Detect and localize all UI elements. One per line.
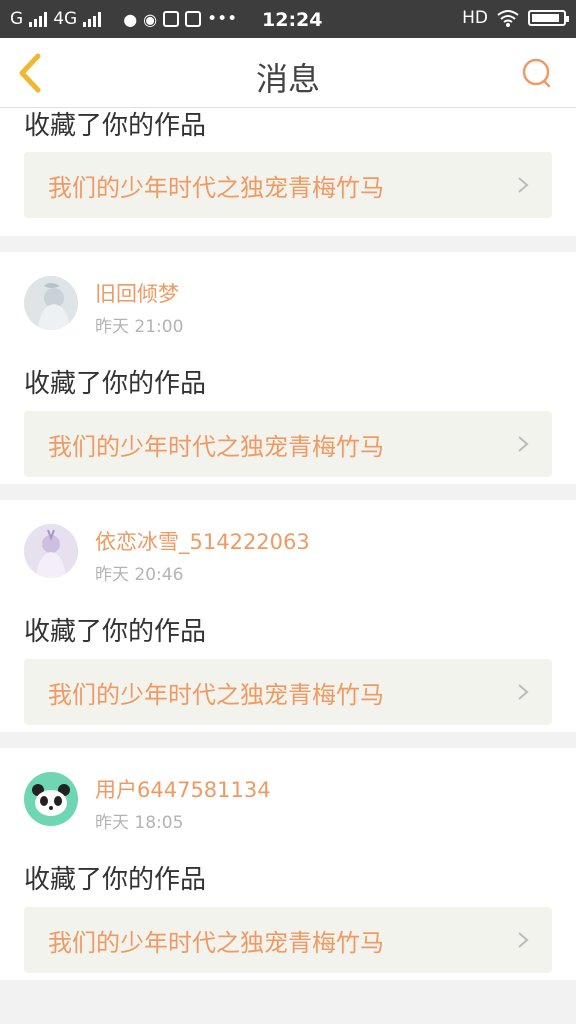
message-list[interactable]: 收藏了你的作品 我们的少年时代之独宠青梅竹马 旧回倾梦 昨天 21:00 收藏了… bbox=[0, 108, 576, 1024]
qq-icon: ● bbox=[123, 9, 138, 29]
message-header: 依恋冰雪_514222063 昨天 20:46 bbox=[24, 500, 552, 610]
avatar-image bbox=[24, 276, 78, 330]
panda-avatar-icon bbox=[24, 772, 78, 826]
message-time: 昨天 20:46 bbox=[95, 565, 184, 585]
carrier-label: G bbox=[10, 9, 24, 29]
work-link[interactable]: 我们的少年时代之独宠青梅竹马 bbox=[24, 659, 552, 725]
clock: 12:24 bbox=[262, 9, 323, 31]
battery-icon bbox=[528, 10, 569, 26]
search-icon[interactable] bbox=[520, 56, 554, 90]
work-title: 我们的少年时代之独宠青梅竹马 bbox=[48, 928, 384, 957]
battery-fill bbox=[532, 14, 559, 22]
more-notifications-icon: ••• bbox=[207, 9, 238, 29]
nav-bar: 消息 bbox=[0, 38, 576, 108]
work-title: 我们的少年时代之独宠青梅竹马 bbox=[48, 680, 384, 709]
chevron-right-icon bbox=[518, 436, 529, 452]
chevron-right-icon bbox=[518, 177, 529, 193]
status-bar: G 4G ● ◉ ••• 12:24 HD bbox=[0, 0, 576, 38]
message-header: 旧回倾梦 昨天 21:00 bbox=[24, 252, 552, 362]
message-card: 收藏了你的作品 我们的少年时代之独宠青梅竹马 bbox=[0, 108, 576, 236]
work-link[interactable]: 我们的少年时代之独宠青梅竹马 bbox=[24, 907, 552, 973]
wechat-icon: ◉ bbox=[143, 9, 158, 29]
work-link[interactable]: 我们的少年时代之独宠青梅竹马 bbox=[24, 411, 552, 477]
work-title: 我们的少年时代之独宠青梅竹马 bbox=[48, 432, 384, 461]
avatar[interactable] bbox=[24, 276, 78, 330]
status-left: G 4G ● ◉ ••• bbox=[10, 9, 237, 29]
message-card: 依恋冰雪_514222063 昨天 20:46 收藏了你的作品 我们的少年时代之… bbox=[0, 500, 576, 732]
hd-label: HD bbox=[462, 8, 488, 28]
avatar[interactable] bbox=[24, 772, 78, 826]
sim-icon bbox=[163, 11, 180, 27]
status-right: HD bbox=[462, 8, 569, 28]
avatar[interactable] bbox=[24, 524, 78, 578]
message-time: 昨天 21:00 bbox=[95, 317, 184, 337]
message-card: 用户6447581134 昨天 18:05 收藏了你的作品 我们的少年时代之独宠… bbox=[0, 748, 576, 980]
chevron-right-icon bbox=[518, 932, 529, 948]
page-title: 消息 bbox=[255, 60, 320, 98]
work-link[interactable]: 我们的少年时代之独宠青梅竹马 bbox=[24, 152, 552, 218]
message-card: 旧回倾梦 昨天 21:00 收藏了你的作品 我们的少年时代之独宠青梅竹马 bbox=[0, 252, 576, 484]
user-name[interactable]: 用户6447581134 bbox=[95, 774, 271, 804]
wifi-icon bbox=[497, 10, 519, 27]
signal-icon-2 bbox=[83, 11, 102, 27]
user-name[interactable]: 旧回倾梦 bbox=[95, 278, 179, 308]
user-name[interactable]: 依恋冰雪_514222063 bbox=[95, 526, 310, 556]
message-action: 收藏了你的作品 bbox=[24, 369, 207, 399]
message-action: 收藏了你的作品 bbox=[24, 865, 207, 895]
signal-icon bbox=[29, 11, 48, 27]
chevron-right-icon bbox=[518, 684, 529, 700]
gallery-icon bbox=[185, 11, 202, 27]
avatar-image bbox=[24, 524, 78, 578]
message-header: 用户6447581134 昨天 18:05 bbox=[24, 748, 552, 858]
work-title: 我们的少年时代之独宠青梅竹马 bbox=[48, 173, 384, 202]
message-action: 收藏了你的作品 bbox=[24, 617, 207, 647]
network-type-label: 4G bbox=[53, 9, 78, 29]
message-action: 收藏了你的作品 bbox=[24, 111, 207, 141]
message-time: 昨天 18:05 bbox=[95, 813, 184, 833]
